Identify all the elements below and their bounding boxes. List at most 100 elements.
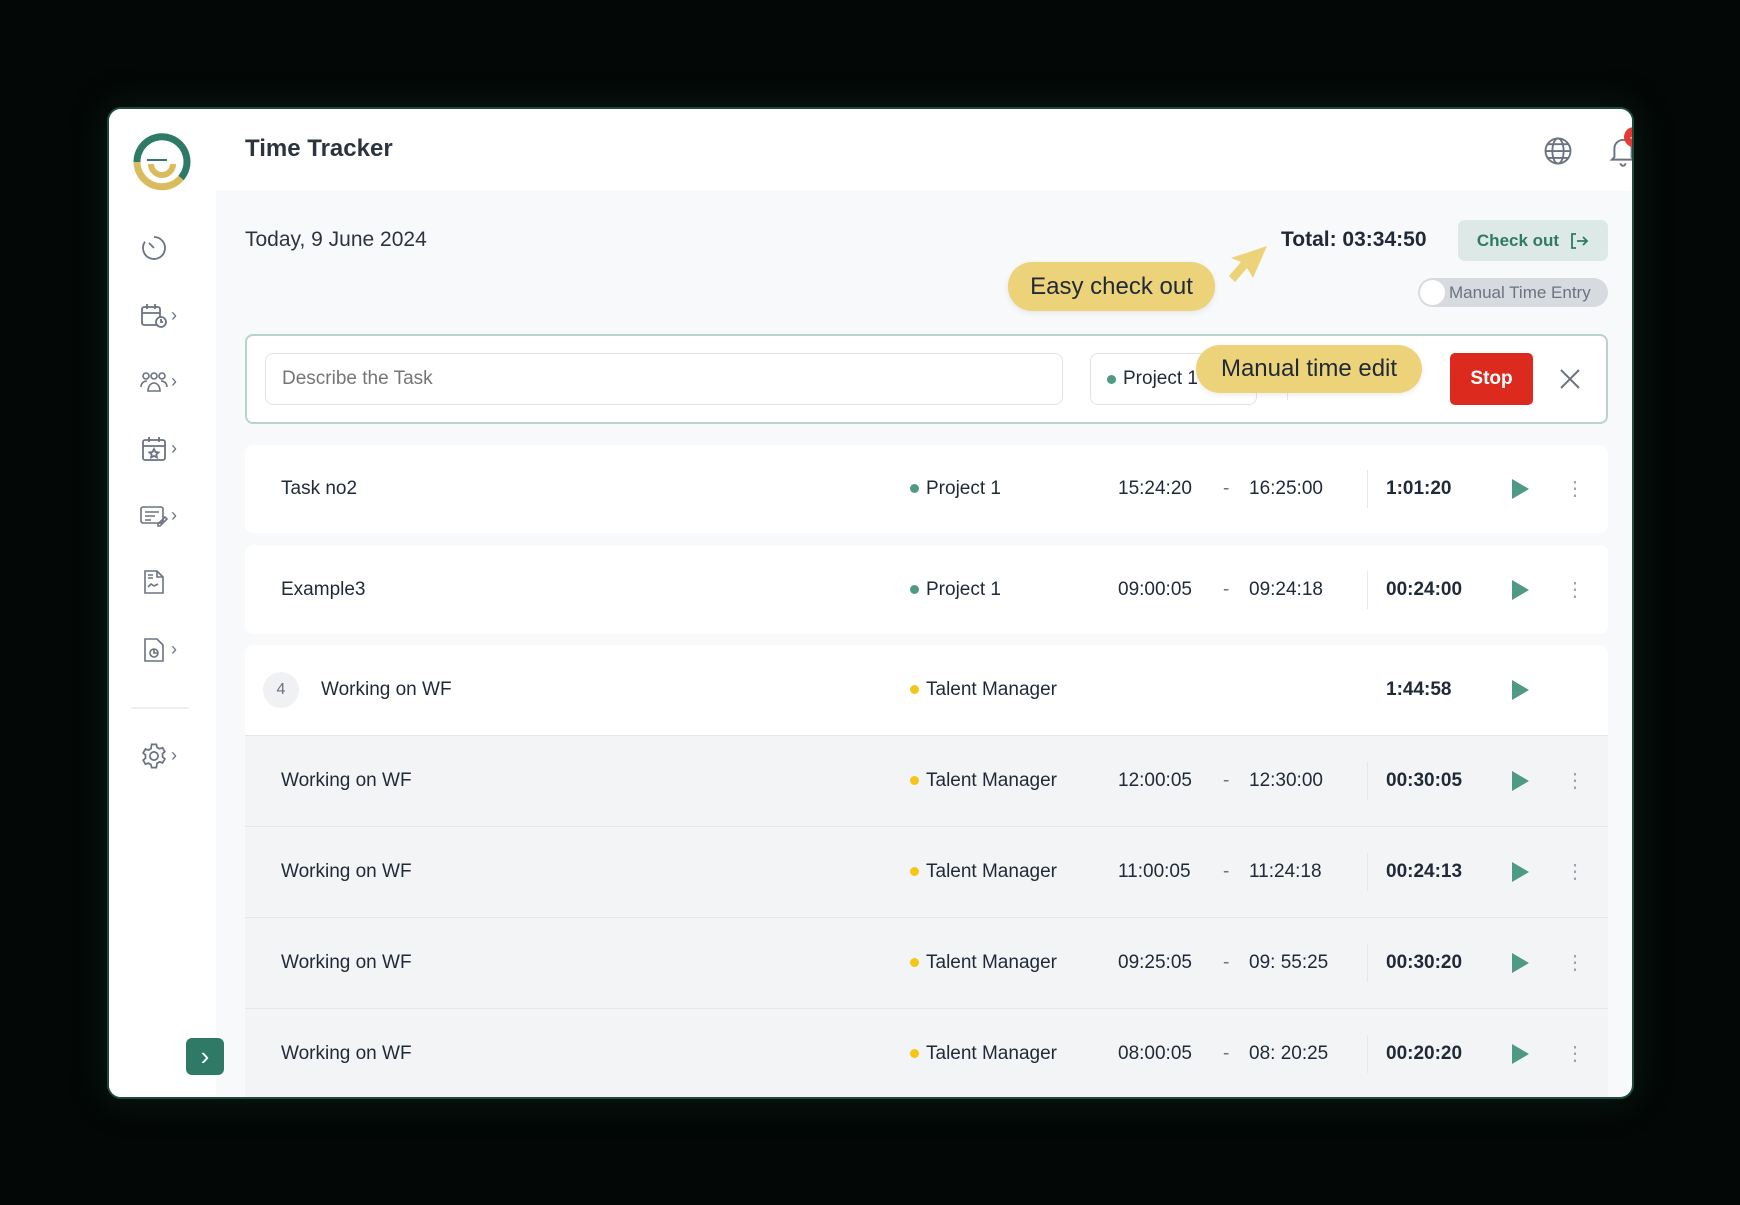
entry-project: Project 1 [926, 478, 1001, 499]
divider [1367, 853, 1368, 891]
more-options-icon[interactable]: ⋮ [1565, 862, 1585, 882]
entry-project: Talent Manager [926, 861, 1057, 882]
entry-end: 12:30:00 [1249, 770, 1323, 791]
group-name: Working on WF [321, 679, 452, 700]
more-options-icon[interactable]: ⋮ [1565, 953, 1585, 973]
team-icon[interactable] [139, 367, 169, 397]
checkout-button[interactable]: Check out [1458, 220, 1608, 261]
total-time: Total: 03:34:50 [1281, 228, 1427, 251]
time-separator: - [1223, 1043, 1230, 1064]
project-dot [1107, 374, 1116, 384]
grouped-entry-row[interactable]: 4 Working on WF Talent Manager 1:44:58 [245, 645, 1608, 735]
app-window: › › › › › › › Time Tracker +3 Today, 9 J… [107, 107, 1634, 1099]
grouped-subentry-row[interactable]: Working on WF Talent Manager 12:00:05 - … [245, 735, 1608, 826]
grouped-subentry-row[interactable]: Working on WF Talent Manager 11:00:05 - … [245, 826, 1608, 917]
play-icon[interactable] [1512, 680, 1529, 700]
entry-start: 11:00:05 [1118, 861, 1191, 882]
sidebar-divider [131, 707, 189, 709]
top-bar: Time Tracker +3 [216, 109, 1632, 191]
divider [1367, 944, 1368, 982]
entry-end: 16:25:00 [1249, 478, 1323, 499]
play-icon[interactable] [1512, 862, 1529, 882]
manual-time-entry-label: Manual Time Entry [1449, 283, 1591, 302]
project-dot [910, 484, 919, 494]
group-count-badge[interactable]: 4 [263, 672, 299, 708]
entry-project: Project 1 [926, 578, 1001, 600]
grouped-subentry-row[interactable]: Working on WF Talent Manager 08:00:05 - … [245, 1008, 1608, 1097]
calendar-clock-icon[interactable] [139, 301, 169, 331]
arrow-annotation-icon [1229, 246, 1267, 282]
divider [1367, 470, 1368, 508]
chevron-right-icon[interactable]: › [171, 745, 185, 765]
play-icon[interactable] [1512, 479, 1529, 499]
chevron-right-icon[interactable]: › [171, 305, 185, 325]
edit-list-icon[interactable] [139, 501, 169, 531]
project-dot [910, 867, 919, 877]
globe-icon[interactable] [1543, 136, 1573, 166]
entry-name: Working on WF [281, 1043, 412, 1064]
sidebar: › › › › › › › [109, 109, 224, 1097]
chevron-right-icon[interactable]: › [171, 438, 185, 458]
more-options-icon[interactable]: ⋮ [1565, 580, 1585, 600]
time-separator: - [1223, 578, 1230, 600]
play-icon[interactable] [1512, 771, 1529, 791]
date-label: Today, 9 June 2024 [245, 228, 427, 251]
time-entry-row[interactable]: Example3 Project 1 09:00:05 - 09:24:18 0… [245, 545, 1608, 634]
project-dot [910, 584, 919, 594]
project-select-value: Project 1 [1123, 368, 1198, 389]
manual-time-edit-annotation: Manual time edit [1196, 345, 1422, 393]
chevron-right-icon[interactable]: › [171, 371, 185, 391]
entry-duration: 00:30:20 [1386, 952, 1463, 973]
more-options-icon[interactable]: ⋮ [1565, 771, 1585, 791]
close-icon[interactable] [1559, 368, 1581, 390]
entry-name: Working on WF [281, 770, 412, 791]
divider [1367, 762, 1368, 800]
group-duration: 1:44:58 [1386, 679, 1452, 700]
entry-duration: 1:01:20 [1386, 478, 1452, 499]
grouped-subentry-row[interactable]: Working on WF Talent Manager 09:25:05 - … [245, 917, 1608, 1008]
divider [1367, 570, 1368, 609]
entry-end: 09:24:18 [1249, 578, 1323, 600]
calendar-star-icon[interactable] [139, 434, 169, 464]
chevron-right-icon[interactable]: › [171, 639, 185, 659]
entry-name: Task no2 [281, 478, 358, 499]
report-icon[interactable] [139, 635, 169, 665]
entry-name: Working on WF [281, 861, 412, 882]
timer-icon[interactable] [139, 233, 169, 263]
project-dot [910, 685, 919, 695]
task-description-input[interactable] [265, 353, 1063, 405]
project-dot [910, 776, 919, 786]
time-entry-row[interactable]: Task no2 Project 1 15:24:20 - 16:25:00 1… [245, 445, 1608, 533]
play-icon[interactable] [1512, 579, 1529, 600]
page-title: Time Tracker [245, 135, 393, 162]
project-dot [910, 1049, 919, 1059]
entry-project: Talent Manager [926, 770, 1057, 791]
entry-start: 12:00:05 [1118, 770, 1192, 791]
time-separator: - [1223, 478, 1230, 499]
expand-sidebar-button[interactable]: › [186, 1038, 224, 1075]
entry-duration: 00:24:00 [1386, 578, 1463, 600]
more-options-icon[interactable]: ⋮ [1565, 479, 1585, 499]
time-separator: - [1223, 952, 1230, 973]
entry-start: 09:25:05 [1118, 952, 1192, 973]
manual-time-entry-toggle[interactable]: Manual Time Entry [1418, 278, 1608, 307]
entry-start: 15:24:20 [1118, 478, 1192, 499]
more-options-icon[interactable]: ⋮ [1565, 1044, 1585, 1064]
entry-end: 08: 20:25 [1249, 1043, 1329, 1064]
entry-end: 09: 55:25 [1249, 952, 1329, 973]
play-icon[interactable] [1512, 953, 1529, 973]
easy-checkout-annotation: Easy check out [1008, 262, 1215, 311]
entry-name: Example3 [281, 578, 366, 600]
entry-name: Working on WF [281, 952, 412, 973]
entry-project: Talent Manager [926, 1043, 1057, 1064]
entry-project: Talent Manager [926, 952, 1057, 973]
logout-icon [1571, 232, 1589, 249]
chevron-right-icon[interactable]: › [171, 505, 185, 525]
checkout-label: Check out [1476, 230, 1560, 250]
entry-duration: 00:20:20 [1386, 1043, 1463, 1064]
document-chart-icon[interactable] [139, 567, 169, 597]
gear-icon[interactable] [139, 741, 169, 771]
group-project: Talent Manager [926, 679, 1057, 700]
stop-button[interactable]: Stop [1450, 353, 1533, 405]
play-icon[interactable] [1512, 1044, 1529, 1064]
